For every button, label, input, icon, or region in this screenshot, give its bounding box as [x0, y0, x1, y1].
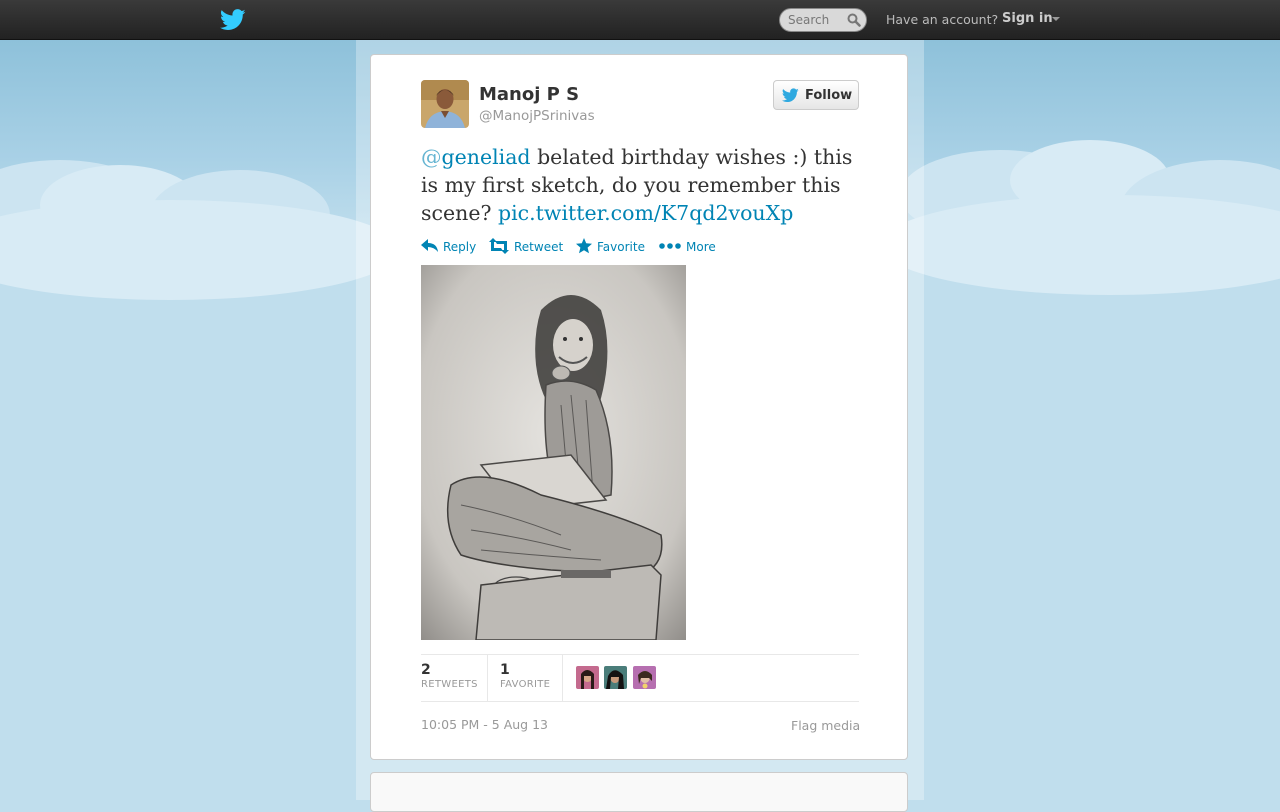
stats-divider	[487, 655, 488, 701]
search-field[interactable]	[779, 8, 867, 32]
twitter-bird-icon[interactable]	[220, 8, 246, 32]
media-link[interactable]: pic.twitter.com/K7qd2vouXp	[498, 201, 793, 225]
favorite-button[interactable]: Favorite	[576, 237, 648, 257]
star-icon	[576, 238, 592, 254]
author-fullname[interactable]: Manoj P S	[479, 84, 579, 105]
mention-link[interactable]: @geneliad	[421, 145, 531, 169]
stats-bottom-divider	[421, 701, 859, 702]
flag-media-link[interactable]: Flag media	[791, 718, 860, 733]
favoriter-avatar[interactable]	[576, 666, 599, 689]
author-username[interactable]: @ManojPSrinivas	[479, 108, 595, 124]
tweet-media-sketch-image[interactable]	[421, 265, 686, 640]
have-account-text: Have an account?	[886, 12, 999, 27]
follow-button[interactable]: Follow	[773, 80, 859, 110]
favoriter-avatar[interactable]	[604, 666, 627, 689]
search-input[interactable]	[788, 12, 844, 28]
search-icon[interactable]	[847, 13, 861, 27]
favorites-stat[interactable]: 1 FAVORITE	[500, 662, 550, 690]
more-button[interactable]: More	[659, 237, 719, 257]
retweet-icon	[489, 238, 509, 254]
reply-button[interactable]: Reply	[421, 237, 479, 257]
tweet-timestamp[interactable]: 10:05 PM - 5 Aug 13	[421, 717, 548, 732]
retweets-stat[interactable]: 2 RETWEETS	[421, 662, 478, 690]
top-navigation-bar: Have an account? Sign in	[0, 0, 1280, 40]
secondary-card	[370, 772, 908, 812]
reply-icon	[421, 239, 438, 252]
twitter-bird-icon	[782, 88, 799, 103]
more-dots-icon	[659, 243, 681, 249]
favoriter-avatar[interactable]	[633, 666, 656, 689]
chevron-down-icon[interactable]	[1052, 17, 1060, 21]
sign-in-link[interactable]: Sign in	[1002, 11, 1053, 26]
tweet-text: @geneliad belated birthday wishes :) thi…	[421, 143, 861, 227]
stats-divider	[562, 655, 563, 701]
retweet-button[interactable]: Retweet	[489, 237, 565, 257]
avatar[interactable]	[421, 80, 469, 128]
follow-button-label: Follow	[805, 88, 853, 103]
